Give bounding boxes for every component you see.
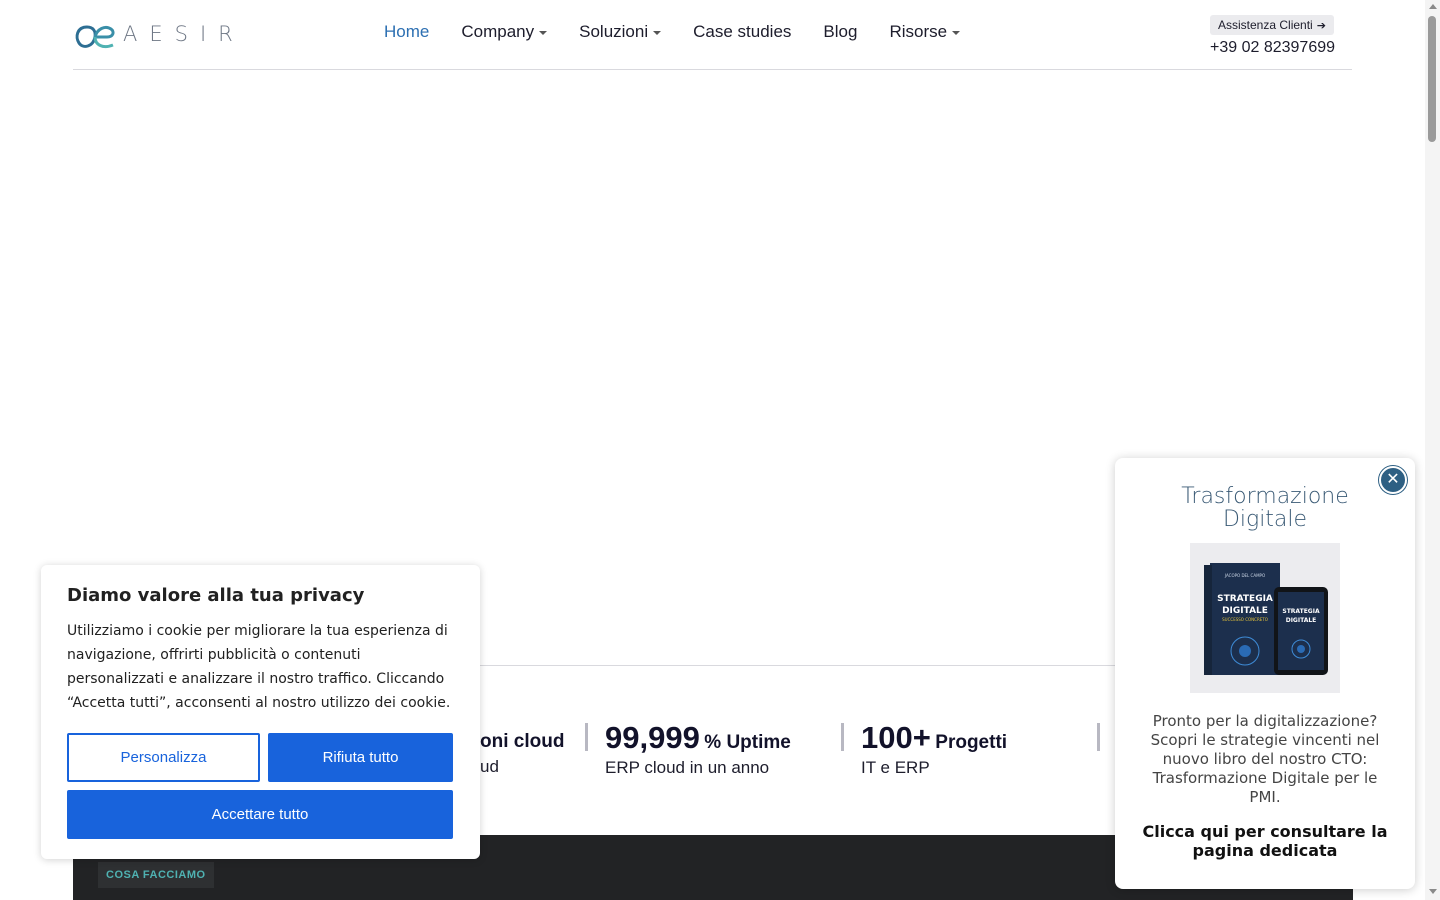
reject-all-button[interactable]: Rifiuta tutto (268, 733, 453, 782)
book-subtitle: SUCCESSO CONCRETO (1222, 617, 1268, 622)
nav-item-case-studies[interactable]: Case studies (693, 22, 791, 42)
logo-text: AESIR (123, 22, 245, 46)
nav-item-label: Case studies (693, 22, 792, 41)
nav-item-label: Company (461, 22, 535, 41)
promo-title: Trasformazione Digitale (1181, 484, 1349, 532)
stat-uptime-sub: ERP cloud in un anno (605, 758, 770, 777)
cookie-banner: Diamo valore alla tua privacy Utilizziam… (41, 565, 480, 859)
hero-divider (480, 665, 1116, 666)
caret-down-icon (653, 31, 662, 35)
book-cover-icon: JACOPO DEL CAMPO STRATEGIA DIGITALE SUCC… (1190, 543, 1340, 693)
stat-projects: 100+ Progetti IT e ERP (841, 720, 1008, 778)
support-button[interactable]: Assistenza Clienti ➔ (1210, 15, 1334, 35)
caret-down-icon (539, 31, 548, 35)
stat-divider (841, 723, 844, 751)
scrollbar-thumb[interactable] (1428, 16, 1436, 142)
page-scrollbar[interactable] (1425, 0, 1440, 900)
promo-popup: ✕ Trasformazione Digitale JACOPO DEL CAM… (1115, 458, 1415, 889)
stat-uptime: 99,999 % Uptime ERP cloud in un anno (585, 720, 791, 778)
nav-item-label: Home (384, 22, 430, 41)
book-image[interactable]: JACOPO DEL CAMPO STRATEGIA DIGITALE SUCC… (1190, 543, 1340, 693)
section-badge: COSA FACCIAMO (98, 862, 214, 888)
stat-projects-sub: IT e ERP (861, 758, 930, 777)
svg-text:STRATEGIA: STRATEGIA (1217, 594, 1273, 604)
stat-projects-value: 100+ (861, 720, 931, 755)
cookie-body: Utilizziamo i cookie per migliorare la t… (67, 623, 451, 711)
caret-down-icon (952, 31, 961, 35)
nav-item-company[interactable]: Company (461, 22, 548, 42)
stat-cloud: oni cloud ud (480, 731, 564, 777)
main-nav: Home Company Soluzioni Case studies Blog… (384, 22, 992, 42)
scroll-up-arrow-icon[interactable] (1429, 4, 1437, 9)
svg-text:DIGITALE: DIGITALE (1286, 617, 1317, 624)
nav-item-label: Risorse (889, 22, 948, 41)
support-phone[interactable]: +39 02 82397699 (1210, 39, 1335, 57)
nav-item-home[interactable]: Home (384, 22, 429, 42)
nav-item-blog[interactable]: Blog (823, 22, 857, 42)
stat-projects-unit: Progetti (935, 732, 1008, 753)
site-header: AESIR Home Company Soluzioni Case studie… (73, 0, 1352, 70)
svg-text:DIGITALE: DIGITALE (1222, 606, 1268, 616)
aesir-logo[interactable]: AESIR (73, 16, 245, 52)
nav-item-label: Blog (823, 22, 858, 41)
stat-divider (585, 723, 588, 751)
accept-all-button[interactable]: Accettare tutto (67, 790, 453, 839)
stat-divider (1097, 723, 1100, 751)
customize-button[interactable]: Personalizza (67, 733, 260, 782)
stat-uptime-value: 99,999 (605, 720, 700, 755)
support-block: Assistenza Clienti ➔ +39 02 82397699 (1210, 15, 1335, 57)
svg-text:STRATEGIA: STRATEGIA (1282, 608, 1320, 615)
book-author: JACOPO DEL CAMPO (1224, 573, 1265, 578)
scroll-down-arrow-icon[interactable] (1429, 889, 1437, 894)
support-label: Assistenza Clienti (1218, 18, 1313, 32)
stat-cloud-sub: ud (480, 757, 499, 776)
stat-uptime-unit: % Uptime (704, 732, 791, 753)
nav-item-soluzioni[interactable]: Soluzioni (579, 22, 662, 42)
promo-link[interactable]: Clicca qui per consultare la pagina dedi… (1139, 822, 1391, 860)
nav-item-risorse[interactable]: Risorse (889, 22, 961, 42)
nav-item-label: Soluzioni (579, 22, 649, 41)
arrow-right-icon: ➔ (1316, 19, 1326, 32)
cookie-button-row: Personalizza Rifiuta tutto (67, 733, 453, 782)
stat-cloud-title: oni cloud (480, 731, 565, 752)
cookie-title: Diamo valore alla tua privacy (67, 585, 365, 606)
logo-mark-icon (75, 25, 115, 49)
promo-text: Pronto per la digitalizzazione? Scopri l… (1150, 712, 1380, 806)
